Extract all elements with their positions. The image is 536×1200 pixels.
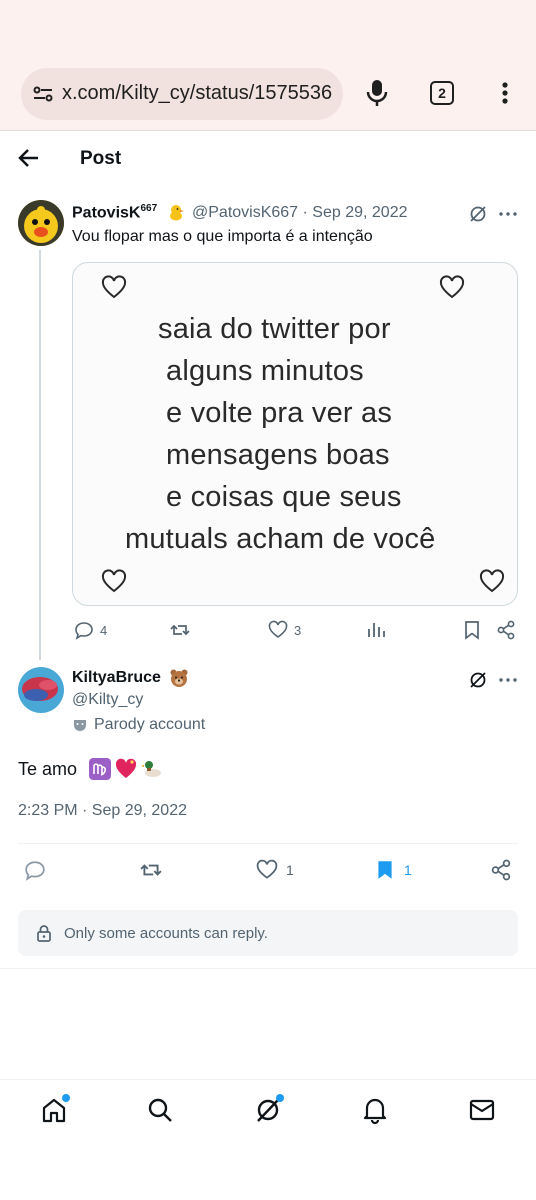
- nav-notifications[interactable]: [359, 1094, 391, 1126]
- mail-icon: [469, 1099, 495, 1121]
- views-button[interactable]: [366, 620, 392, 640]
- retweet-icon: [170, 624, 190, 636]
- nav-messages[interactable]: [466, 1094, 498, 1126]
- media-text-line: saia do twitter por: [158, 313, 391, 345]
- heart-outline-icon: [479, 569, 505, 593]
- more-options-icon[interactable]: [496, 668, 520, 692]
- divider: [0, 968, 536, 969]
- tweet-handle-date[interactable]: @PatovisK667 · Sep 29, 2022: [192, 204, 408, 222]
- like-button[interactable]: 1: [256, 859, 294, 881]
- parody-label: Parody account: [72, 716, 205, 734]
- reply-button[interactable]: 4: [74, 620, 107, 640]
- tweet-text: Vou flopar mas o que importa é a intençã…: [72, 228, 373, 245]
- share-button[interactable]: [490, 859, 512, 881]
- reply-icon: [25, 861, 45, 881]
- heart-outline-icon: [439, 275, 465, 299]
- media-text-line: alguns minutos: [166, 355, 364, 387]
- bell-icon: [363, 1098, 387, 1124]
- tweet-media-image[interactable]: saia do twitter por alguns minutos e vol…: [72, 262, 518, 606]
- bottom-navigation: [0, 1079, 536, 1139]
- author-handle[interactable]: @Kilty_cy: [72, 691, 143, 709]
- share-icon: [491, 859, 511, 881]
- reply-icon: [75, 622, 93, 640]
- url-text[interactable]: x.com/Kilty_cy/status/1575536: [62, 82, 332, 105]
- tweet-text: Te amo: [18, 758, 163, 780]
- reply-button[interactable]: [24, 859, 54, 881]
- heart-icon: [268, 620, 288, 638]
- author-name[interactable]: PatovisK667: [72, 203, 157, 222]
- share-button[interactable]: [496, 620, 516, 640]
- divider: [18, 843, 518, 844]
- like-count: 3: [294, 622, 302, 638]
- tabs-icon[interactable]: 2: [427, 78, 457, 108]
- heart-icon: [256, 859, 278, 879]
- heart-outline-icon: [101, 275, 127, 299]
- chick-emoji-icon: [170, 205, 184, 221]
- like-button[interactable]: 3: [268, 620, 301, 640]
- sparkling-heart-emoji-icon: [115, 758, 137, 778]
- avatar-kiltyabruce[interactable]: [18, 667, 64, 713]
- notification-dot: [62, 1094, 70, 1102]
- search-icon: [148, 1098, 172, 1122]
- lock-icon: [37, 925, 51, 942]
- bookmark-icon: [465, 621, 479, 640]
- microphone-icon[interactable]: [362, 78, 392, 108]
- media-text-line: mutuals acham de você: [125, 523, 436, 555]
- retweet-button[interactable]: [140, 859, 170, 881]
- virgo-emoji-icon: [89, 758, 112, 780]
- media-text-line: e volte pra ver as: [166, 397, 393, 429]
- bookmark-button[interactable]: [462, 620, 482, 640]
- address-bar[interactable]: x.com/Kilty_cy/status/1575536: [21, 68, 343, 120]
- browser-toolbar: x.com/Kilty_cy/status/1575536 2: [0, 0, 536, 131]
- retweet-button[interactable]: [170, 620, 196, 640]
- bookmark-button[interactable]: 1: [374, 859, 412, 881]
- nav-grok[interactable]: [252, 1094, 284, 1126]
- site-settings-icon[interactable]: [31, 82, 55, 106]
- notification-dot: [276, 1094, 284, 1102]
- back-arrow-icon[interactable]: [16, 146, 44, 170]
- tweet-timestamp[interactable]: 2:23 PM · Sep 29, 2022: [18, 802, 187, 820]
- bookmark-count: 1: [404, 862, 412, 878]
- bear-emoji-icon: [170, 669, 188, 687]
- grok-icon[interactable]: [466, 202, 490, 226]
- media-text-line: mensagens boas: [166, 439, 390, 471]
- more-vert-icon[interactable]: [490, 78, 520, 108]
- page-title: Post: [80, 148, 122, 169]
- like-count: 1: [286, 862, 294, 878]
- retweet-icon: [140, 864, 162, 876]
- avatar-patovisk[interactable]: [18, 200, 64, 246]
- media-text-line: e coisas que seus: [166, 481, 402, 513]
- thread-line: [39, 250, 41, 660]
- reply-restriction-notice: Only some accounts can reply.: [18, 910, 518, 956]
- share-icon: [497, 620, 515, 640]
- theater-mask-icon: [74, 720, 86, 731]
- more-options-icon[interactable]: [496, 202, 520, 226]
- nav-search[interactable]: [144, 1094, 176, 1126]
- analytics-icon: [368, 623, 385, 637]
- tab-count: 2: [430, 81, 454, 105]
- reply-count: 4: [100, 622, 108, 638]
- heart-outline-icon: [101, 569, 127, 593]
- duck-emoji-icon: [141, 761, 162, 777]
- nav-home[interactable]: [38, 1094, 70, 1126]
- author-name[interactable]: KiltyaBruce: [72, 669, 161, 687]
- page-header: Post: [0, 132, 536, 184]
- bookmark-filled-icon: [378, 861, 392, 879]
- grok-icon[interactable]: [466, 668, 490, 692]
